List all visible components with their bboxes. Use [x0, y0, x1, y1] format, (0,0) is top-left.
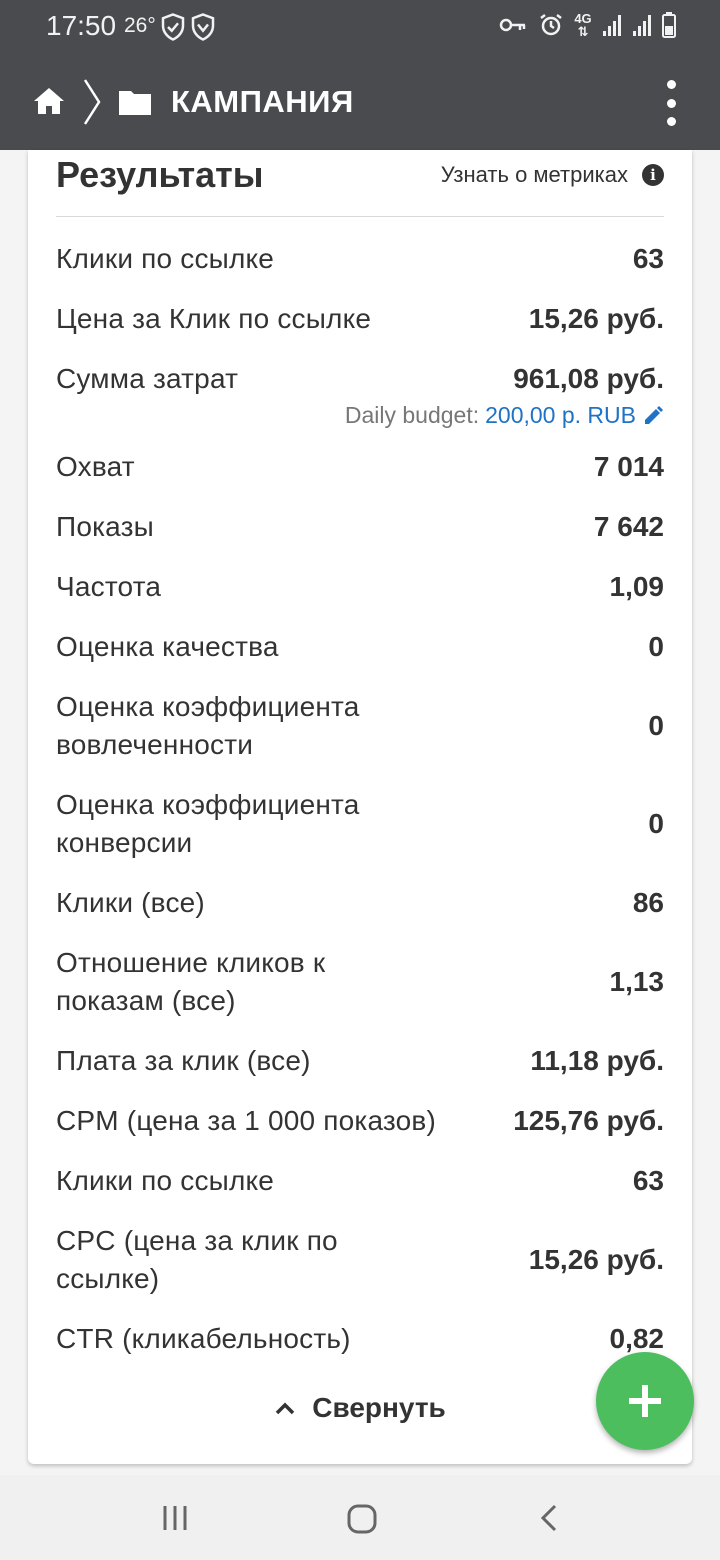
add-fab-button[interactable] [596, 1352, 694, 1450]
metric-label: Цена за Клик по ссылке [56, 303, 372, 334]
signal-icon [633, 15, 651, 36]
metric-label: Оценка качества [56, 631, 279, 662]
learn-metrics-label: Узнать о метриках [440, 162, 628, 187]
metric-value: 7 642 [593, 511, 664, 542]
metric-label: CTR (кликабельность) [56, 1323, 351, 1354]
home-icon[interactable] [32, 86, 66, 116]
app-bar: КАМПАНИЯ [0, 54, 720, 150]
metric-value: 86 [632, 887, 664, 918]
metric-row: Плата за клик (все) 11,18 руб. [56, 1042, 664, 1080]
daily-budget-label: Daily budget: [344, 402, 480, 428]
plus-icon [629, 1385, 661, 1417]
metric-row: Показы 7 642 [56, 508, 664, 546]
metric-row: Цена за Клик по ссылке 15,26 руб. [56, 300, 664, 338]
metric-label: Клики (все) [56, 887, 205, 918]
metric-row: Отношение кликов к показам (все) 1,13 [56, 944, 664, 1020]
alarm-icon [540, 14, 562, 36]
chevron-right-icon [83, 79, 101, 125]
metric-label: Клики по ссылке [56, 243, 275, 274]
metric-label: Плата за клик (все) [56, 1045, 311, 1076]
back-icon[interactable] [538, 1503, 560, 1533]
metric-label: Клики по ссылке [56, 1165, 275, 1196]
metric-row: Оценка качества 0 [56, 628, 664, 666]
metric-row: Охват 7 014 [56, 448, 664, 486]
results-card: Результаты Узнать о метриках i Клики по … [28, 150, 692, 1464]
metric-value: 63 [632, 243, 664, 274]
metric-value: 63 [632, 1165, 664, 1196]
shield-check-icon [161, 13, 185, 41]
metric-value: 0 [648, 710, 664, 741]
battery-icon [662, 12, 676, 38]
metric-row: CPM (цена за 1 000 показов) 125,76 руб. [56, 1102, 664, 1140]
metric-label: Оценка коэффициента конверсии [56, 789, 360, 858]
metric-label: Показы [56, 511, 154, 542]
collapse-label: Свернуть [312, 1392, 446, 1423]
network-4g-icon: 4G ⇅ [574, 11, 592, 39]
results-title: Результаты [56, 154, 264, 195]
metric-row: Частота 1,09 [56, 568, 664, 606]
metric-row: CPC (цена за клик по ссылке) 15,26 руб. [56, 1222, 664, 1298]
metric-row: CTR (кликабельность) 0,82 [56, 1320, 664, 1358]
system-nav-bar [0, 1475, 720, 1560]
status-temperature: 26° [124, 14, 156, 37]
metric-value: 15,26 руб. [528, 303, 664, 334]
metric-value: 1,09 [609, 571, 665, 602]
metric-label: Частота [56, 571, 162, 602]
status-icons: 4G ⇅ [498, 12, 676, 38]
folder-icon [119, 91, 151, 115]
key-icon [499, 18, 526, 32]
more-vert-icon[interactable] [658, 80, 684, 126]
metric-label: Отношение кликов к показам (все) [56, 947, 326, 1016]
network-label: 4G [574, 11, 592, 26]
recent-apps-icon[interactable] [160, 1503, 190, 1533]
metric-row: Клики по ссылке 63 [56, 1162, 664, 1200]
metric-value: 1,13 [609, 966, 665, 997]
metric-row: Сумма затрат 961,08 руб. [56, 360, 664, 398]
metric-row: Клики по ссылке 63 [56, 240, 664, 278]
home-button-icon[interactable] [346, 1503, 378, 1535]
metric-row: Клики (все) 86 [56, 884, 664, 922]
learn-metrics-link[interactable]: Узнать о метриках i [441, 162, 664, 188]
chevron-up-icon [276, 1402, 295, 1415]
divider [56, 216, 664, 217]
daily-budget[interactable]: Daily budget: 200,00 р. RUB [345, 402, 664, 429]
page-title: КАМПАНИЯ [171, 84, 354, 119]
metric-label: CPM (цена за 1 000 показов) [56, 1105, 437, 1136]
daily-budget-value[interactable]: 200,00 р. RUB [485, 402, 636, 429]
signal-icon [603, 15, 621, 36]
metric-label: Охват [56, 451, 135, 482]
shield-icon [191, 13, 215, 41]
metric-row: Оценка коэффициента вовлеченности 0 [56, 688, 664, 764]
info-icon[interactable]: i [642, 164, 664, 186]
content-area: Результаты Узнать о метриках i Клики по … [0, 150, 720, 1475]
metric-value: 7 014 [593, 451, 664, 482]
metric-label: Оценка коэффициента вовлеченности [56, 691, 360, 760]
metric-value: 0,82 [609, 1323, 665, 1354]
metric-value: 961,08 руб. [513, 363, 664, 394]
metric-value: 11,18 руб. [530, 1045, 664, 1076]
metric-value: 15,26 руб. [528, 1244, 664, 1275]
edit-pencil-icon[interactable] [642, 405, 664, 427]
status-bar: 17:50 26° 4G ⇅ [0, 0, 720, 54]
metric-label: CPC (цена за клик по ссылке) [56, 1225, 338, 1294]
metric-value: 125,76 руб. [513, 1105, 664, 1136]
metric-value: 0 [648, 808, 664, 839]
metric-row: Оценка коэффициента конверсии 0 [56, 786, 664, 862]
metric-label: Сумма затрат [56, 363, 239, 394]
collapse-button[interactable]: Свернуть [28, 1392, 692, 1424]
status-time: 17:50 [46, 10, 117, 41]
metric-value: 0 [648, 631, 664, 662]
